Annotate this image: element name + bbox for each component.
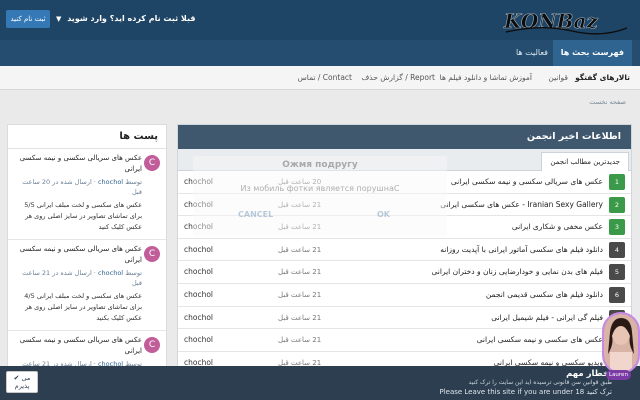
site-header: KONBaz ▼ قبلا ثبت نام کرده اید؟ وارد شوی… [0,0,640,40]
post-item[interactable]: C عکس های سریالی سکسی و نیمه سکسی ایرانی… [8,240,166,331]
login-prompt: قبلا ثبت نام کرده اید؟ وارد شوید [67,14,196,23]
topic-time: 21 ساعت قبل [278,268,322,277]
signup-button[interactable]: ثبت نام کنید [6,10,50,28]
subnav-contact[interactable]: تماس / Contact [298,66,352,90]
topic-title[interactable]: عکس های سریالی سکسی و نیمه سکسی ایرانی [451,171,603,193]
check-icon: ✔ [13,374,20,382]
topic-row[interactable]: 5 فیلم های بدن نمایی و خودارضایی زنان و د… [178,261,631,284]
posts-panel: پست ها C عکس های سریالی سکسی و نیمه سکسی… [7,124,167,374]
dialog-ok-button[interactable]: OK [377,210,390,219]
sub-nav: تالارهای گفتگو قوانین آموزش تماشا و دانل… [0,66,640,90]
topic-time: 21 ساعت قبل [278,290,322,299]
post-author[interactable]: chochol [98,269,123,277]
subnav-report[interactable]: گزارش حذف / Report [362,66,435,90]
live-chat-widget[interactable]: Lauren [602,312,640,382]
topic-row[interactable]: 8عکس های سکسی و نیمه سکسی ایرانی21 ساعت … [178,329,631,352]
post-meta: توسط chochol · ارسال شده در 20 ساعت قبل [14,177,142,197]
breadcrumb[interactable]: صفحه نخست [589,98,626,106]
warning-text-en: Please Leave this site if you are under … [439,388,612,396]
topic-title[interactable]: عکس های سکسی و نیمه سکسی ایرانی [477,329,603,351]
topic-title[interactable]: Iranian Sexy Gallery - عکس های سکسی ایرا… [440,194,603,216]
post-author[interactable]: chochol [98,178,123,186]
avatar[interactable]: C [144,246,160,262]
topic-user[interactable]: chochol [184,329,213,351]
topic-number-badge: 4 [609,241,625,258]
topic-title[interactable]: دانلود فیلم های سکسی قدیمی انجمن [486,284,603,306]
topic-user[interactable]: chochol [184,261,213,283]
subnav-tutorial[interactable]: آموزش تماشا و دانلود فیلم ها [440,66,532,90]
tab-forum-list[interactable]: فهرست بحث ها [552,40,632,66]
age-warning-bar: اخطار مهم طبق قوانین سن قانونی ترسیده ای… [0,366,640,400]
subnav-rules[interactable]: قوانین [548,66,568,90]
warning-text-fa: طبق قوانین سن قانونی ترسیده اید این سایت… [468,379,612,386]
dialog-cancel-button[interactable]: CANCEL [238,210,273,219]
topic-row[interactable]: 7فیلم گی ایرانی - فیلم شیمیل ایرانی21 سا… [178,307,631,330]
main-nav: فهرست بحث ها فعالیت ها [0,40,640,66]
post-meta: توسط chochol · ارسال شده در 21 ساعت قبل [14,268,142,288]
faded-dialog: Ожмя подругу Из мобиль фотки является по… [193,156,447,236]
avatar[interactable]: C [144,337,160,353]
chevron-down-icon: ▼ [56,15,62,23]
avatar[interactable]: C [144,155,160,171]
topic-time: 21 ساعت قبل [278,245,322,254]
post-title[interactable]: عکس های سریالی سکسی و نیمه سکسی ایرانی [14,244,142,266]
topic-number-badge: 5 [609,264,625,281]
post-item[interactable]: C عکس های سریالی سکسی و نیمه سکسی ایرانی… [8,149,166,240]
topic-title[interactable]: فیلم گی ایرانی - فیلم شیمیل ایرانی [491,307,603,329]
dialog-title: Ожмя подругу [282,160,358,170]
tab-activity[interactable]: فعالیت ها [508,40,556,66]
topic-number-badge: 2 [609,196,625,213]
topic-number-badge: 1 [609,174,625,190]
posts-panel-title: پست ها [8,125,166,149]
site-logo[interactable]: KONBaz [502,4,632,36]
accept-button[interactable]: ✔ می پذیرم [6,371,38,393]
dialog-text: Из мобиль фотки является порушнаС [240,184,400,193]
topic-user[interactable]: chochol [184,239,213,261]
post-title[interactable]: عکس های سریالی سکسی و نیمه سکسی ایرانی [14,335,142,357]
topic-row[interactable]: 4 دانلود فیلم های سکسی آماتور ایرانی با آ… [178,239,631,262]
topic-title[interactable]: فیلم های بدن نمایی و خودارضایی زنان و دخ… [432,261,603,283]
post-excerpt: عکس های سکسی و لخت مبلف ایرانی 4/5 برای … [24,292,142,322]
post-meta-prefix: توسط [125,269,142,277]
live-badge: Lauren [606,370,631,380]
topic-user[interactable]: chochol [184,284,213,306]
post-title[interactable]: عکس های سریالی سکسی و نیمه سکسی ایرانی [14,153,142,175]
live-avatar-image[interactable] [602,312,640,374]
tab-latest-topics[interactable]: جدیدترین مطالب انجمن [541,152,629,171]
topic-time: 21 ساعت قبل [278,313,322,322]
topic-title[interactable]: دانلود فیلم های سکسی آماتور ایرانی با آپ… [440,239,603,261]
login-link[interactable]: ▼ قبلا ثبت نام کرده اید؟ وارد شوید [56,14,195,23]
subnav-forums[interactable]: تالارهای گفتگو [575,66,630,90]
topic-user[interactable]: chochol [184,307,213,329]
topic-number-badge: 3 [609,219,625,236]
topic-number-badge: 6 [609,286,625,303]
recent-activity-title: اطلاعات اخیر انجمن [178,125,631,149]
topic-time: 21 ساعت قبل [278,336,322,345]
post-excerpt: عکس های سکسی و لخت مبلف ایرانی 5/5 برای … [24,201,142,231]
post-meta-prefix: توسط [125,178,142,186]
topic-row[interactable]: 6 دانلود فیلم های سکسی قدیمی انجمن 21 ساعت… [178,284,631,307]
topic-title[interactable]: عکس مخفی و شکاری ایرانی [512,216,603,238]
